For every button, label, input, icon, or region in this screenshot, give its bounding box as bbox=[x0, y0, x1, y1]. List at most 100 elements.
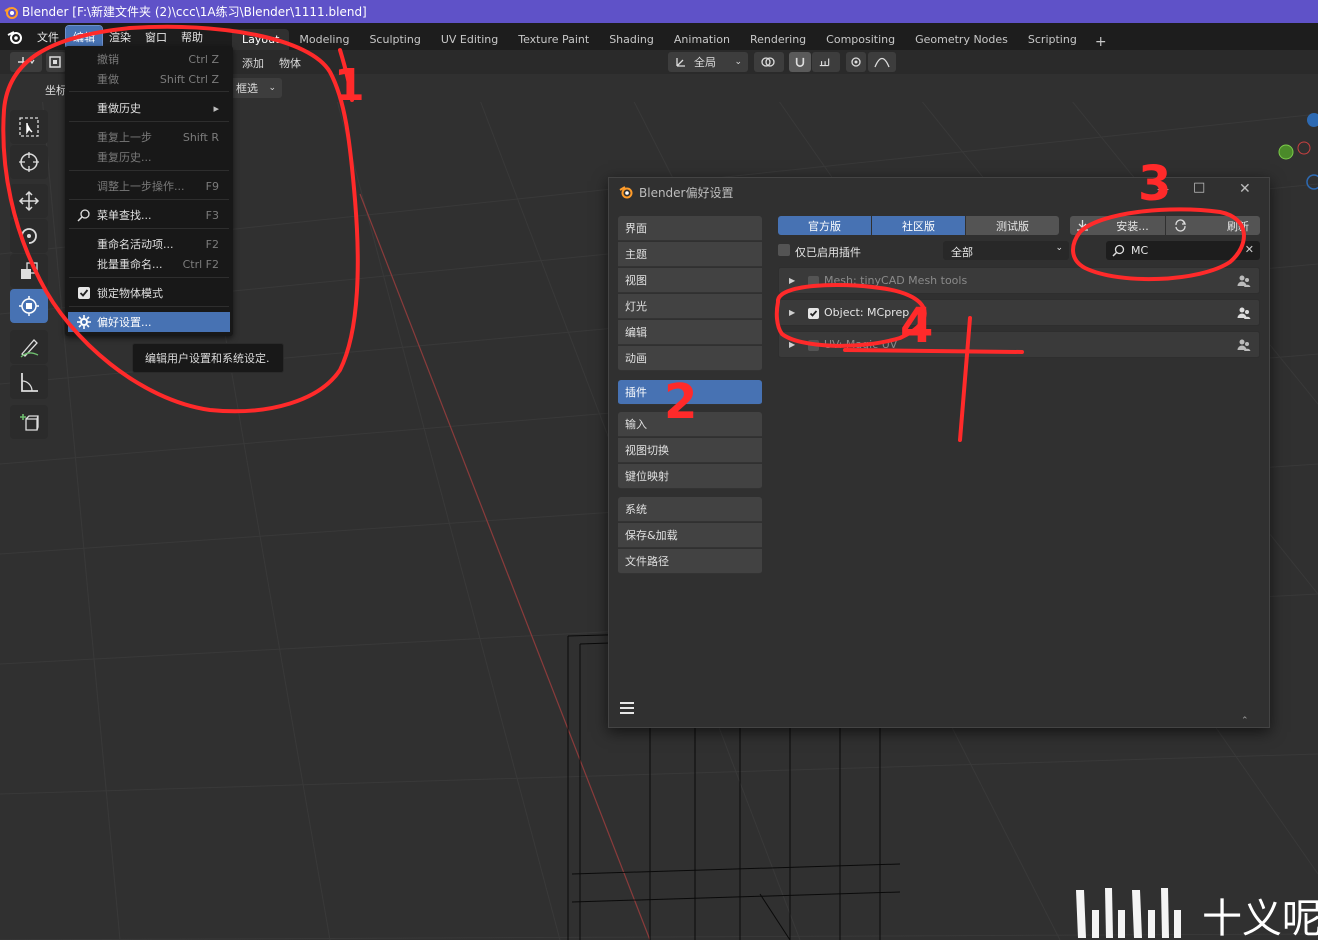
tool-scale[interactable] bbox=[10, 254, 48, 288]
menu-add[interactable]: 添加 bbox=[242, 55, 264, 71]
nav-system[interactable]: 系统 bbox=[618, 497, 762, 522]
addon-row[interactable]: ▶ Mesh: tinyCAD Mesh tools bbox=[778, 267, 1260, 294]
gizmo-x-icon[interactable] bbox=[1297, 141, 1311, 155]
tool-annotate[interactable] bbox=[10, 330, 48, 364]
submenu-arrow-icon: ▸ bbox=[213, 101, 219, 115]
nav-navigation[interactable]: 视图切换 bbox=[618, 438, 762, 463]
snap-toggle[interactable] bbox=[789, 52, 811, 72]
preferences-titlebar: Blender偏好设置 — □ ✕ bbox=[609, 178, 1269, 206]
enabled-only-checkbox[interactable] bbox=[778, 244, 790, 256]
proportional-edit-toggle[interactable] bbox=[846, 52, 866, 72]
tab-shading[interactable]: Shading bbox=[599, 29, 664, 50]
menu-item-repeat-last[interactable]: 重复上一步 Shift R bbox=[65, 127, 233, 147]
preferences-body: 界面 主题 视图 灯光 编辑 动画 插件 输入 视图切换 键位映射 系统 保存&… bbox=[609, 206, 1269, 727]
close-icon[interactable]: ✕ bbox=[1239, 181, 1251, 197]
menu-item-menu-search[interactable]: 菜单查找... F3 bbox=[65, 205, 233, 225]
clear-search-icon[interactable]: ✕ bbox=[1245, 243, 1254, 256]
tab-layout[interactable]: Layout bbox=[232, 29, 290, 50]
blender-logo-icon bbox=[4, 6, 18, 19]
nav-themes[interactable]: 主题 bbox=[618, 242, 762, 267]
nav-viewport[interactable]: 视图 bbox=[618, 268, 762, 293]
gizmo-y-icon[interactable] bbox=[1278, 144, 1294, 160]
tool-transform[interactable] bbox=[10, 289, 48, 323]
tab-community[interactable]: 社区版 bbox=[872, 216, 965, 235]
expand-triangle-icon[interactable]: ▶ bbox=[789, 276, 795, 285]
menu-item-redo[interactable]: 重做 Shift Ctrl Z bbox=[65, 69, 233, 89]
menu-item-undo[interactable]: 撤销 Ctrl Z bbox=[65, 49, 233, 69]
tab-geometry-nodes[interactable]: Geometry Nodes bbox=[905, 29, 1018, 50]
gizmo-neg-z-icon[interactable] bbox=[1306, 174, 1318, 190]
hamburger-menu-icon[interactable] bbox=[619, 701, 635, 718]
expand-triangle-icon[interactable]: ▶ bbox=[789, 340, 795, 349]
tab-sculpting[interactable]: Sculpting bbox=[359, 29, 430, 50]
preferences-window: Blender偏好设置 — □ ✕ 界面 主题 视图 灯光 编辑 动画 插件 输… bbox=[608, 177, 1270, 728]
menu-object[interactable]: 物体 bbox=[279, 55, 301, 71]
nav-animation[interactable]: 动画 bbox=[618, 346, 762, 371]
snap-target-dropdown[interactable] bbox=[812, 52, 840, 72]
addon-search-input[interactable]: MC ✕ bbox=[1106, 241, 1260, 260]
add-cube-icon bbox=[20, 414, 39, 431]
expand-triangle-icon[interactable]: ▶ bbox=[789, 308, 795, 317]
transform-orientation-dropdown[interactable]: 全局 ⌄ bbox=[668, 52, 748, 72]
tab-rendering[interactable]: Rendering bbox=[740, 29, 816, 50]
addon-enable-checkbox[interactable] bbox=[808, 276, 819, 287]
editor-type-button[interactable] bbox=[10, 52, 42, 72]
nav-file-paths[interactable]: 文件路径 bbox=[618, 549, 762, 574]
nav-addons[interactable]: 插件 bbox=[618, 380, 762, 405]
tool-add-cube[interactable] bbox=[10, 405, 48, 439]
tab-texture-paint[interactable]: Texture Paint bbox=[508, 29, 599, 50]
tab-modeling[interactable]: Modeling bbox=[289, 29, 359, 50]
tab-compositing[interactable]: Compositing bbox=[816, 29, 905, 50]
addon-row[interactable]: ▶ UV: Magic UV bbox=[778, 331, 1260, 358]
pivot-point-button[interactable] bbox=[754, 52, 784, 72]
nav-lights[interactable]: 灯光 bbox=[618, 294, 762, 319]
nav-editing[interactable]: 编辑 bbox=[618, 320, 762, 345]
tool-cursor[interactable] bbox=[10, 145, 48, 179]
refresh-button[interactable]: 刷新 bbox=[1166, 216, 1260, 235]
menu-render[interactable]: 渲染 bbox=[102, 26, 138, 48]
chevron-up-icon[interactable]: ⌃ bbox=[1241, 716, 1249, 726]
tool-measure[interactable] bbox=[10, 365, 48, 399]
workspace-tabs: Layout Modeling Sculpting UV Editing Tex… bbox=[232, 23, 1115, 50]
add-workspace-button[interactable]: + bbox=[1087, 34, 1115, 50]
nav-interface[interactable]: 界面 bbox=[618, 216, 762, 241]
menu-edit[interactable]: 编辑 bbox=[65, 24, 103, 49]
menu-item-preferences[interactable]: 偏好设置... bbox=[68, 312, 230, 332]
select-mode-button[interactable] bbox=[46, 52, 66, 72]
menu-item-repeat-history[interactable]: 重复历史... bbox=[65, 147, 233, 167]
falloff-dropdown[interactable] bbox=[868, 52, 896, 72]
edit-menu-dropdown: 撤销 Ctrl Z 重做 Shift Ctrl Z 重做历史 ▸ 重复上一步 S… bbox=[65, 46, 233, 336]
minimize-icon[interactable]: — bbox=[1157, 182, 1169, 196]
select-box-dropdown[interactable]: 框选 ⌄ bbox=[230, 78, 282, 98]
nav-input[interactable]: 输入 bbox=[618, 412, 762, 437]
menu-item-rename-active[interactable]: 重命名活动项... F2 bbox=[65, 234, 233, 254]
blender-menu-icon[interactable] bbox=[0, 23, 30, 50]
menu-item-batch-rename[interactable]: 批量重命名... Ctrl F2 bbox=[65, 254, 233, 274]
tool-move[interactable] bbox=[10, 184, 48, 218]
nav-save-load[interactable]: 保存&加载 bbox=[618, 523, 762, 548]
nav-keymap[interactable]: 键位映射 bbox=[618, 464, 762, 489]
install-button[interactable]: 安装... bbox=[1070, 216, 1165, 235]
menu-help[interactable]: 帮助 bbox=[174, 26, 210, 48]
menu-window[interactable]: 窗口 bbox=[138, 26, 174, 48]
box-select-icon bbox=[49, 56, 61, 68]
addon-enable-checkbox[interactable] bbox=[808, 340, 819, 351]
tab-official[interactable]: 官方版 bbox=[778, 216, 871, 235]
tab-testing[interactable]: 测试版 bbox=[966, 216, 1059, 235]
menu-item-lock-object-modes[interactable]: 锁定物体模式 bbox=[65, 283, 233, 303]
gear-icon bbox=[77, 315, 91, 329]
category-dropdown[interactable]: 全部 ⌄ bbox=[943, 241, 1069, 260]
addon-enable-checkbox[interactable] bbox=[808, 308, 819, 319]
tab-uv-editing[interactable]: UV Editing bbox=[431, 29, 508, 50]
checkmark-icon bbox=[809, 310, 818, 317]
menu-item-adjust-last[interactable]: 调整上一步操作... F9 bbox=[65, 176, 233, 196]
tab-scripting[interactable]: Scripting bbox=[1018, 29, 1087, 50]
tool-select-box[interactable] bbox=[10, 110, 48, 144]
menu-file[interactable]: 文件 bbox=[30, 26, 66, 48]
menu-item-undo-history[interactable]: 重做历史 ▸ bbox=[65, 98, 233, 118]
addon-row[interactable]: ▶ Object: MCprep bbox=[778, 299, 1260, 326]
blender-logo-icon bbox=[619, 186, 633, 199]
tool-rotate[interactable] bbox=[10, 219, 48, 253]
maximize-icon[interactable]: □ bbox=[1193, 180, 1205, 195]
tab-animation[interactable]: Animation bbox=[664, 29, 740, 50]
